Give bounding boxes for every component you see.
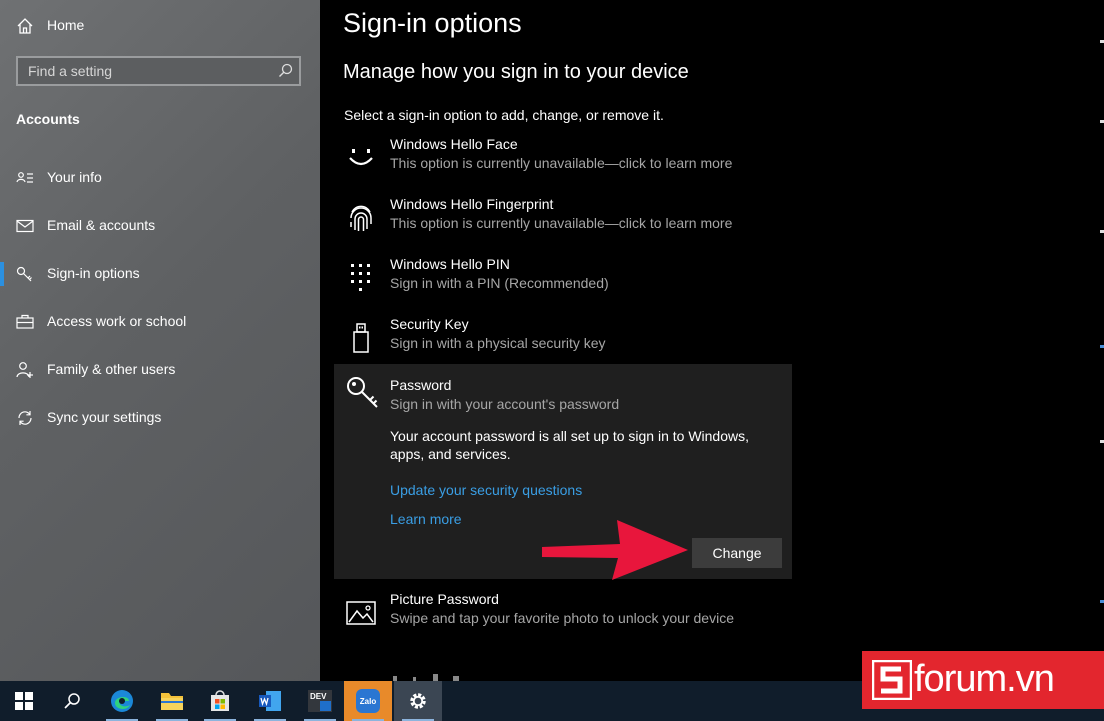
windows-logo-icon [15,692,33,710]
home-icon [17,18,33,34]
pin-keypad-icon [351,264,370,291]
start-button[interactable] [0,681,48,721]
fingerprint-icon [350,205,372,231]
taskbar-file-explorer[interactable] [148,681,196,721]
taskbar-dev-app[interactable]: DEV [296,681,344,721]
store-bag-icon [211,690,229,711]
nav-home[interactable]: Home [0,6,320,46]
nav-home-label: Home [47,17,85,33]
window-edge-artifacts [1100,40,1104,603]
key-icon [16,266,32,282]
option-password-expanded[interactable]: Password Sign in with your account's pas… [334,364,792,580]
watermark-brand: forum.vn [914,658,1055,700]
dev-app-label: DEV [310,692,327,701]
option-security-key[interactable]: Security Key Sign in with a physical sec… [334,316,792,360]
taskbar-store[interactable] [196,681,244,721]
option-description: Sign in with your account's password [390,396,620,412]
option-hello-face[interactable]: Windows Hello Face This option is curren… [334,136,792,180]
picture-icon [346,601,376,625]
person-add-icon [16,362,33,378]
mail-icon [16,219,34,233]
option-title: Windows Hello PIN [390,256,510,272]
sforum-logo-icon [872,660,912,700]
key-icon [347,377,378,408]
option-description: Sign in with a physical security key [390,335,606,351]
change-password-button[interactable]: Change [692,538,782,568]
sidebar-item-access-work-school[interactable]: Access work or school [0,302,320,342]
taskbar-word[interactable] [246,681,294,721]
learn-more-link[interactable]: Learn more [390,511,462,527]
sidebar-item-sync-settings[interactable]: Sync your settings [0,398,320,438]
sidebar-item-label: Family & other users [47,361,176,377]
taskbar-edge[interactable] [98,681,146,721]
search-icon [64,693,80,709]
sidebar-item-label: Email & accounts [47,217,156,233]
option-description: This option is currently unavailable—cli… [390,215,733,231]
sidebar-item-label: Sign-in options [47,265,140,281]
word-icon [259,691,281,711]
edge-browser-icon [111,690,133,712]
dev-app-icon: DEV [308,690,332,712]
option-description: Sign in with a PIN (Recommended) [390,275,609,291]
gear-icon [410,693,426,709]
option-picture-password[interactable]: Picture Password Swipe and tap your favo… [334,591,792,635]
sidebar-item-sign-in-options[interactable]: Sign-in options [0,254,320,294]
briefcase-icon [16,314,34,329]
taskbar-settings[interactable] [394,681,442,721]
taskbar-zalo[interactable]: Zalo [344,681,392,721]
option-description: This option is currently unavailable—cli… [390,155,733,171]
option-hello-pin[interactable]: Windows Hello PIN Sign in with a PIN (Re… [334,256,792,300]
taskbar-search-button[interactable] [48,681,96,721]
sidebar-item-label: Your info [47,169,102,185]
option-title: Windows Hello Face [390,136,518,152]
main-content: Sign-in options Manage how you sign in t… [320,0,1104,681]
sidebar-item-family-users[interactable]: Family & other users [0,350,320,390]
sync-icon [18,411,32,425]
intro-text: Select a sign-in option to add, change, … [344,107,664,123]
option-title: Picture Password [390,591,499,607]
update-security-questions-link[interactable]: Update your security questions [390,482,582,498]
sidebar-section-title: Accounts [16,111,80,127]
person-card-icon [16,172,33,183]
option-title: Password [390,377,452,393]
search-input[interactable] [18,58,288,84]
settings-sidebar: Home Accounts Your info Email & accounts [0,0,320,681]
search-box[interactable] [16,56,301,86]
clipped-section-heading [393,674,459,681]
annotation-arrow [542,520,688,580]
option-title: Windows Hello Fingerprint [390,196,554,212]
search-icon[interactable] [278,63,293,78]
password-status-text: Your account password is all set up to s… [390,428,750,462]
sidebar-item-email-accounts[interactable]: Email & accounts [0,206,320,246]
sforum-watermark: forum.vn [862,651,1104,709]
zalo-icon: Zalo [356,689,380,713]
usb-key-icon [353,323,369,353]
sidebar-item-your-info[interactable]: Your info [0,158,320,198]
option-description: Swipe and tap your favorite photo to unl… [390,610,734,626]
page-title: Sign-in options [343,8,522,38]
option-hello-fingerprint[interactable]: Windows Hello Fingerprint This option is… [334,196,792,240]
page-subtitle: Manage how you sign in to your device [343,61,689,83]
sidebar-item-label: Sync your settings [47,409,162,425]
option-title: Security Key [390,316,469,332]
face-icon [349,149,373,166]
folder-icon [161,693,183,710]
sidebar-item-label: Access work or school [47,313,187,329]
